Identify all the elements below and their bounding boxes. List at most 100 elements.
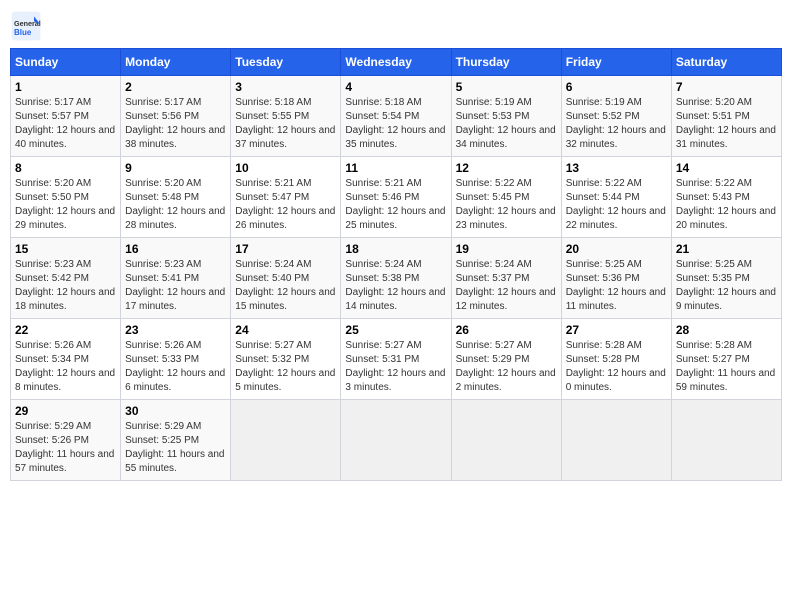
day-number: 4 bbox=[345, 80, 446, 94]
day-number: 17 bbox=[235, 242, 336, 256]
day-info: Sunrise: 5:20 AM Sunset: 5:48 PM Dayligh… bbox=[125, 177, 226, 233]
calendar-cell: 19Sunrise: 5:24 AM Sunset: 5:37 PM Dayli… bbox=[451, 238, 561, 319]
day-info: Sunrise: 5:24 AM Sunset: 5:40 PM Dayligh… bbox=[235, 258, 336, 314]
calendar-cell: 27 Sunrise: 5:28 AM Sunset: 5:28 PM Dayli… bbox=[561, 319, 671, 400]
day-number: 16 bbox=[125, 242, 226, 256]
calendar-cell: 13Sunrise: 5:22 AM Sunset: 5:44 PM Dayli… bbox=[561, 157, 671, 238]
day-number: 5 bbox=[456, 80, 557, 94]
day-number: 8 bbox=[15, 161, 116, 175]
day-info: Sunrise: 5:28 AM Sunset: 5:28 PM Dayligh… bbox=[566, 339, 667, 395]
day-number: 22 bbox=[15, 323, 116, 337]
day-info: Sunrise: 5:26 AM Sunset: 5:34 PM Dayligh… bbox=[15, 339, 116, 395]
calendar-cell: 21 Sunrise: 5:25 AM Sunset: 5:35 PM Dayli… bbox=[671, 238, 781, 319]
calendar-cell: 14Sunrise: 5:22 AM Sunset: 5:43 PM Dayli… bbox=[671, 157, 781, 238]
weekday-header: Monday bbox=[121, 49, 231, 76]
day-info: Sunrise: 5:27 AM Sunset: 5:32 PM Dayligh… bbox=[235, 339, 336, 395]
calendar-cell bbox=[231, 400, 341, 481]
day-info: Sunrise: 5:19 AM Sunset: 5:53 PM Dayligh… bbox=[456, 96, 557, 152]
page-header: General Blue bbox=[10, 10, 782, 42]
calendar-cell: 28 Sunrise: 5:28 AM Sunset: 5:27 PM Dayli… bbox=[671, 319, 781, 400]
day-number: 7 bbox=[676, 80, 777, 94]
calendar-cell: 22 Sunrise: 5:26 AM Sunset: 5:34 PM Dayli… bbox=[11, 319, 121, 400]
calendar-cell: 2 Sunrise: 5:17 AM Sunset: 5:56 PM Daylig… bbox=[121, 76, 231, 157]
calendar-cell bbox=[341, 400, 451, 481]
day-info: Sunrise: 5:20 AM Sunset: 5:50 PM Dayligh… bbox=[15, 177, 116, 233]
day-number: 2 bbox=[125, 80, 226, 94]
day-number: 10 bbox=[235, 161, 336, 175]
calendar-cell: 26Sunrise: 5:27 AM Sunset: 5:29 PM Dayli… bbox=[451, 319, 561, 400]
calendar-cell: 8 Sunrise: 5:20 AM Sunset: 5:50 PM Daylig… bbox=[11, 157, 121, 238]
day-number: 11 bbox=[345, 161, 446, 175]
calendar-cell: 25 Sunrise: 5:27 AM Sunset: 5:31 PM Dayli… bbox=[341, 319, 451, 400]
day-info: Sunrise: 5:22 AM Sunset: 5:44 PM Dayligh… bbox=[566, 177, 667, 233]
calendar-week-row: 22 Sunrise: 5:26 AM Sunset: 5:34 PM Dayli… bbox=[11, 319, 782, 400]
day-number: 29 bbox=[15, 404, 116, 418]
day-number: 30 bbox=[125, 404, 226, 418]
day-info: Sunrise: 5:19 AM Sunset: 5:52 PM Dayligh… bbox=[566, 96, 667, 152]
day-number: 12 bbox=[456, 161, 557, 175]
day-info: Sunrise: 5:25 AM Sunset: 5:35 PM Dayligh… bbox=[676, 258, 777, 314]
day-number: 19 bbox=[456, 242, 557, 256]
day-number: 23 bbox=[125, 323, 226, 337]
day-info: Sunrise: 5:18 AM Sunset: 5:55 PM Dayligh… bbox=[235, 96, 336, 152]
day-number: 20 bbox=[566, 242, 667, 256]
svg-text:Blue: Blue bbox=[14, 28, 32, 37]
calendar-cell: 16Sunrise: 5:23 AM Sunset: 5:41 PM Dayli… bbox=[121, 238, 231, 319]
day-number: 3 bbox=[235, 80, 336, 94]
calendar-table: SundayMondayTuesdayWednesdayThursdayFrid… bbox=[10, 48, 782, 481]
day-info: Sunrise: 5:29 AM Sunset: 5:25 PM Dayligh… bbox=[125, 420, 226, 476]
weekday-header: Tuesday bbox=[231, 49, 341, 76]
calendar-cell: 29 Sunrise: 5:29 AM Sunset: 5:26 PM Dayli… bbox=[11, 400, 121, 481]
calendar-week-row: 29 Sunrise: 5:29 AM Sunset: 5:26 PM Dayli… bbox=[11, 400, 782, 481]
calendar-cell: 15 Sunrise: 5:23 AM Sunset: 5:42 PM Dayli… bbox=[11, 238, 121, 319]
logo: General Blue bbox=[10, 10, 42, 42]
calendar-cell: 4 Sunrise: 5:18 AM Sunset: 5:54 PM Daylig… bbox=[341, 76, 451, 157]
calendar-week-row: 15 Sunrise: 5:23 AM Sunset: 5:42 PM Dayli… bbox=[11, 238, 782, 319]
day-info: Sunrise: 5:25 AM Sunset: 5:36 PM Dayligh… bbox=[566, 258, 667, 314]
calendar-cell: 11 Sunrise: 5:21 AM Sunset: 5:46 PM Dayli… bbox=[341, 157, 451, 238]
day-info: Sunrise: 5:23 AM Sunset: 5:42 PM Dayligh… bbox=[15, 258, 116, 314]
day-number: 6 bbox=[566, 80, 667, 94]
calendar-cell: 18 Sunrise: 5:24 AM Sunset: 5:38 PM Dayli… bbox=[341, 238, 451, 319]
calendar-week-row: 8 Sunrise: 5:20 AM Sunset: 5:50 PM Daylig… bbox=[11, 157, 782, 238]
day-info: Sunrise: 5:21 AM Sunset: 5:46 PM Dayligh… bbox=[345, 177, 446, 233]
calendar-cell: 7 Sunrise: 5:20 AM Sunset: 5:51 PM Daylig… bbox=[671, 76, 781, 157]
weekday-header: Saturday bbox=[671, 49, 781, 76]
day-number: 27 bbox=[566, 323, 667, 337]
day-number: 25 bbox=[345, 323, 446, 337]
day-info: Sunrise: 5:17 AM Sunset: 5:56 PM Dayligh… bbox=[125, 96, 226, 152]
calendar-cell: 30 Sunrise: 5:29 AM Sunset: 5:25 PM Dayli… bbox=[121, 400, 231, 481]
weekday-header: Sunday bbox=[11, 49, 121, 76]
weekday-header: Thursday bbox=[451, 49, 561, 76]
weekday-header: Wednesday bbox=[341, 49, 451, 76]
day-info: Sunrise: 5:21 AM Sunset: 5:47 PM Dayligh… bbox=[235, 177, 336, 233]
day-info: Sunrise: 5:27 AM Sunset: 5:31 PM Dayligh… bbox=[345, 339, 446, 395]
day-info: Sunrise: 5:22 AM Sunset: 5:43 PM Dayligh… bbox=[676, 177, 777, 233]
day-number: 15 bbox=[15, 242, 116, 256]
calendar-cell: 6 Sunrise: 5:19 AM Sunset: 5:52 PM Daylig… bbox=[561, 76, 671, 157]
day-number: 18 bbox=[345, 242, 446, 256]
day-info: Sunrise: 5:17 AM Sunset: 5:57 PM Dayligh… bbox=[15, 96, 116, 152]
day-info: Sunrise: 5:29 AM Sunset: 5:26 PM Dayligh… bbox=[15, 420, 116, 476]
calendar-cell: 23 Sunrise: 5:26 AM Sunset: 5:33 PM Dayli… bbox=[121, 319, 231, 400]
day-number: 21 bbox=[676, 242, 777, 256]
calendar-cell: 5 Sunrise: 5:19 AM Sunset: 5:53 PM Daylig… bbox=[451, 76, 561, 157]
calendar-cell: 10 Sunrise: 5:21 AM Sunset: 5:47 PM Dayli… bbox=[231, 157, 341, 238]
day-info: Sunrise: 5:22 AM Sunset: 5:45 PM Dayligh… bbox=[456, 177, 557, 233]
calendar-cell bbox=[451, 400, 561, 481]
weekday-header: Friday bbox=[561, 49, 671, 76]
day-info: Sunrise: 5:18 AM Sunset: 5:54 PM Dayligh… bbox=[345, 96, 446, 152]
day-info: Sunrise: 5:27 AM Sunset: 5:29 PM Dayligh… bbox=[456, 339, 557, 395]
calendar-cell: 17 Sunrise: 5:24 AM Sunset: 5:40 PM Dayli… bbox=[231, 238, 341, 319]
day-info: Sunrise: 5:26 AM Sunset: 5:33 PM Dayligh… bbox=[125, 339, 226, 395]
day-info: Sunrise: 5:20 AM Sunset: 5:51 PM Dayligh… bbox=[676, 96, 777, 152]
day-info: Sunrise: 5:28 AM Sunset: 5:27 PM Dayligh… bbox=[676, 339, 777, 395]
day-number: 28 bbox=[676, 323, 777, 337]
calendar-cell bbox=[671, 400, 781, 481]
weekday-header-row: SundayMondayTuesdayWednesdayThursdayFrid… bbox=[11, 49, 782, 76]
calendar-cell: 20 Sunrise: 5:25 AM Sunset: 5:36 PM Dayli… bbox=[561, 238, 671, 319]
day-info: Sunrise: 5:24 AM Sunset: 5:38 PM Dayligh… bbox=[345, 258, 446, 314]
day-number: 9 bbox=[125, 161, 226, 175]
day-number: 1 bbox=[15, 80, 116, 94]
calendar-cell bbox=[561, 400, 671, 481]
